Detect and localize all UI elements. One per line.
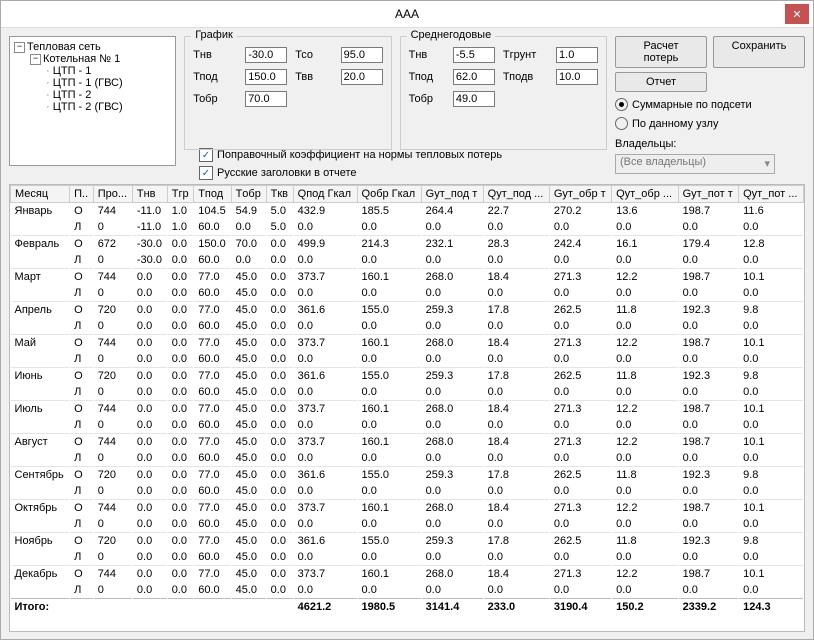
input-tgrunt[interactable] xyxy=(556,47,598,63)
input-tobr[interactable] xyxy=(245,91,287,107)
label-tobr: Тобр xyxy=(193,93,237,105)
label-s-tnv: Тнв xyxy=(409,49,445,61)
column-header[interactable]: Qут_под ... xyxy=(483,186,549,203)
table-row[interactable]: МартО7440.00.077.045.00.0373.7160.1268.0… xyxy=(11,269,804,286)
input-s-tobr[interactable] xyxy=(453,91,495,107)
sredne-legend: Среднегодовые xyxy=(407,29,496,41)
table-row[interactable]: Л00.00.060.045.00.00.00.00.00.00.00.00.0… xyxy=(11,351,804,368)
label-tnv: Тнв xyxy=(193,49,237,61)
network-tree[interactable]: −Тепловая сеть −Котельная № 1 ЦТП - 1 ЦТ… xyxy=(9,36,176,166)
table-row[interactable]: АвгустО7440.00.077.045.00.0373.7160.1268… xyxy=(11,434,804,451)
label-tpod: Тпод xyxy=(193,71,237,83)
table-row[interactable]: ДекабрьО7440.00.077.045.00.0373.7160.126… xyxy=(11,566,804,583)
column-header[interactable]: Qобр Гкал xyxy=(357,186,421,203)
save-button[interactable]: Сохранить xyxy=(713,36,805,68)
column-header[interactable]: Gут_обр т xyxy=(549,186,611,203)
tree-item[interactable]: ЦТП - 1 (ГВС) xyxy=(14,77,171,89)
tree-item[interactable]: ЦТП - 2 xyxy=(14,89,171,101)
owners-select[interactable]: (Все владельцы) xyxy=(615,154,775,174)
expander-icon[interactable]: − xyxy=(14,42,25,53)
table-row[interactable]: Л00.00.060.045.00.00.00.00.00.00.00.00.0… xyxy=(11,582,804,599)
input-tso[interactable] xyxy=(341,47,383,63)
checkbox-icon xyxy=(199,148,213,162)
tree-root[interactable]: −Тепловая сеть xyxy=(14,41,171,53)
column-header[interactable]: Про... xyxy=(93,186,132,203)
table-row[interactable]: Л00.00.060.045.00.00.00.00.00.00.00.00.0… xyxy=(11,285,804,302)
calc-loss-button[interactable]: Расчет потерь xyxy=(615,36,707,68)
column-header[interactable]: П.. xyxy=(70,186,94,203)
label-tvv: Твв xyxy=(295,71,332,83)
table-row[interactable]: СентябрьО7200.00.077.045.00.0361.6155.02… xyxy=(11,467,804,484)
radio-node[interactable]: По данному узлу xyxy=(615,117,805,130)
sredne-group: Среднегодовые Тнв Тгрунт Тпод Тподв Тобр xyxy=(400,36,607,150)
input-tnv[interactable] xyxy=(245,47,287,63)
table-row[interactable]: Л00.00.060.045.00.00.00.00.00.00.00.00.0… xyxy=(11,417,804,434)
table-row[interactable]: ИюньО7200.00.077.045.00.0361.6155.0259.3… xyxy=(11,368,804,385)
label-s-tpod: Тпод xyxy=(409,71,445,83)
radio-icon xyxy=(615,98,628,111)
label-s-tobr: Тобр xyxy=(409,93,445,105)
input-s-tnv[interactable] xyxy=(453,47,495,63)
label-tgrunt: Тгрунт xyxy=(503,49,548,61)
input-tvv[interactable] xyxy=(341,69,383,85)
column-header[interactable]: Tпод xyxy=(194,186,231,203)
column-header[interactable]: Qут_обр ... xyxy=(612,186,678,203)
table-row[interactable]: ЯнварьО744-11.01.0104.554.95.0432.9185.5… xyxy=(11,203,804,220)
column-header[interactable]: Tкв xyxy=(266,186,293,203)
input-tpod[interactable] xyxy=(245,69,287,85)
table-row[interactable]: Л00.00.060.045.00.00.00.00.00.00.00.00.0… xyxy=(11,384,804,401)
tree-item[interactable]: ЦТП - 2 (ГВС) xyxy=(14,101,171,113)
table-row[interactable]: АпрельО7200.00.077.045.00.0361.6155.0259… xyxy=(11,302,804,319)
results-table[interactable]: МесяцП..Про...TнвTгрTподTобрTквQпод Гкал… xyxy=(9,184,805,632)
column-header[interactable]: Tгр xyxy=(167,186,193,203)
table-row[interactable]: МайО7440.00.077.045.00.0373.7160.1268.01… xyxy=(11,335,804,352)
column-header[interactable]: Qут_пот ... xyxy=(739,186,804,203)
grafik-group: График Тнв Тсо Тпод Твв Тобр xyxy=(184,36,391,150)
label-tpodv: Тподв xyxy=(503,71,548,83)
column-header[interactable]: Gут_под т xyxy=(421,186,483,203)
radio-summary[interactable]: Суммарные по подсети xyxy=(615,98,805,111)
radio-icon xyxy=(615,117,628,130)
close-icon[interactable]: ✕ xyxy=(785,4,809,24)
tree-item[interactable]: ЦТП - 1 xyxy=(14,65,171,77)
table-row[interactable]: Л0-30.00.060.00.00.00.00.00.00.00.00.00.… xyxy=(11,252,804,269)
table-row[interactable]: Л0-11.01.060.00.05.00.00.00.00.00.00.00.… xyxy=(11,219,804,236)
tree-boiler[interactable]: −Котельная № 1 xyxy=(14,53,171,65)
table-row[interactable]: Л00.00.060.045.00.00.00.00.00.00.00.00.0… xyxy=(11,549,804,566)
column-header[interactable]: Месяц xyxy=(11,186,70,203)
table-row[interactable]: ИюльО7440.00.077.045.00.0373.7160.1268.0… xyxy=(11,401,804,418)
checkbox-icon xyxy=(199,166,213,180)
expander-icon[interactable]: − xyxy=(30,54,41,65)
table-row[interactable]: Л00.00.060.045.00.00.00.00.00.00.00.00.0… xyxy=(11,483,804,500)
input-s-tpod[interactable] xyxy=(453,69,495,85)
table-total-row: Итого:4621.21980.53141.4233.03190.4150.2… xyxy=(11,599,804,616)
column-header[interactable]: Qпод Гкал xyxy=(293,186,357,203)
column-header[interactable]: Gут_пот т xyxy=(678,186,739,203)
table-row[interactable]: НоябрьО7200.00.077.045.00.0361.6155.0259… xyxy=(11,533,804,550)
table-row[interactable]: ФевральО672-30.00.0150.070.00.0499.9214.… xyxy=(11,236,804,253)
label-tso: Тсо xyxy=(295,49,332,61)
table-row[interactable]: ОктябрьО7440.00.077.045.00.0373.7160.126… xyxy=(11,500,804,517)
table-row[interactable]: Л00.00.060.045.00.00.00.00.00.00.00.00.0… xyxy=(11,516,804,533)
input-tpodv[interactable] xyxy=(556,69,598,85)
titlebar: AAA ✕ xyxy=(1,1,813,28)
column-header[interactable]: Tобр xyxy=(231,186,266,203)
column-header[interactable]: Tнв xyxy=(132,186,167,203)
grafik-legend: График xyxy=(191,29,237,41)
report-button[interactable]: Отчет xyxy=(615,72,707,92)
table-row[interactable]: Л00.00.060.045.00.00.00.00.00.00.00.00.0… xyxy=(11,318,804,335)
window-title: AAA xyxy=(395,7,419,21)
table-row[interactable]: Л00.00.060.045.00.00.00.00.00.00.00.00.0… xyxy=(11,450,804,467)
